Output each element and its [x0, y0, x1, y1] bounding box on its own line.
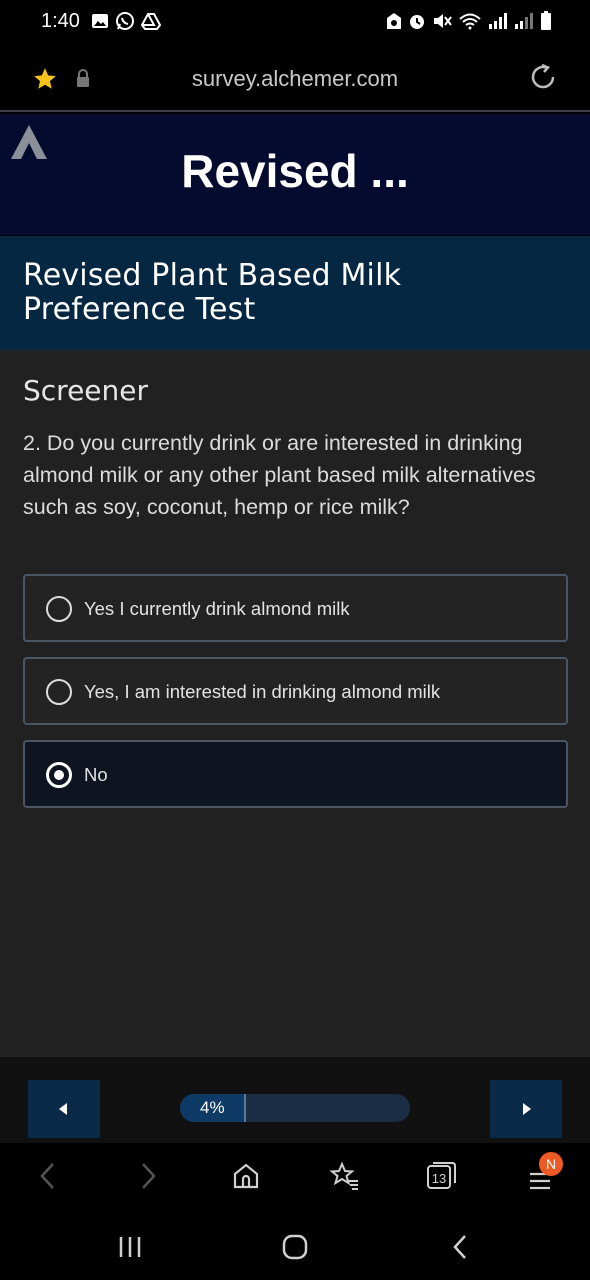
radio-button[interactable] [46, 679, 72, 705]
status-system-icons [386, 11, 552, 31]
back-arrow-icon[interactable] [37, 1161, 59, 1191]
progress-label: 4% [200, 1098, 225, 1117]
tab-count: 13 [431, 1171, 447, 1186]
browser-toolbar: 13 N [0, 1143, 590, 1213]
progress-bar: 4% [180, 1094, 410, 1122]
signal-icon-2 [515, 13, 533, 29]
mute-icon [434, 14, 452, 28]
option-label: Yes, I am interested in drinking almond … [84, 681, 441, 702]
browser-url-bar: survey.alchemer.com [0, 44, 590, 112]
survey-title: Revised Plant Based Milk Preference Test [23, 258, 402, 327]
next-page-button[interactable] [490, 1080, 562, 1138]
url-address[interactable]: survey.alchemer.com [0, 66, 590, 92]
home-button-icon[interactable] [281, 1233, 309, 1261]
answer-option-2[interactable]: Yes, I am interested in drinking almond … [23, 657, 568, 725]
menu-notification-badge: N [539, 1152, 563, 1176]
system-navigation-bar [0, 1213, 590, 1280]
survey-content: Screener 2. Do you currently drink or ar… [0, 350, 590, 1057]
survey-footer: 4% [0, 1057, 590, 1143]
reload-icon[interactable] [529, 62, 559, 92]
whatsapp-icon [116, 12, 134, 30]
battery-saver-icon [387, 13, 401, 29]
alarm-icon [410, 15, 424, 29]
gallery-icon [92, 14, 108, 28]
bookmark-star-icon[interactable] [328, 1161, 360, 1191]
survey-banner: Revised ... [0, 114, 590, 235]
system-back-icon[interactable] [450, 1233, 470, 1261]
signal-icon [489, 13, 507, 29]
answer-option-1[interactable]: Yes I currently drink almond milk [23, 574, 568, 642]
wifi-icon [459, 13, 481, 30]
previous-page-button[interactable] [28, 1080, 100, 1138]
option-label: No [84, 764, 108, 785]
banner-title: Revised ... [181, 145, 409, 197]
radio-button-selected[interactable] [46, 762, 72, 788]
option-label: Yes I currently drink almond milk [84, 598, 350, 619]
status-bar: 1:40 [0, 0, 590, 44]
status-notification-icons [91, 11, 161, 31]
answer-option-3[interactable]: No [23, 740, 568, 808]
recent-apps-icon[interactable] [117, 1235, 143, 1259]
home-icon[interactable] [231, 1161, 261, 1191]
question-text: 2. Do you currently drink or are interes… [23, 431, 536, 519]
forward-arrow-icon[interactable] [137, 1161, 159, 1191]
caret-left-icon [59, 1103, 67, 1115]
status-time: 1:40 [41, 10, 80, 32]
tabs-icon[interactable]: 13 [427, 1161, 457, 1191]
caret-right-icon [523, 1103, 531, 1115]
radio-button[interactable] [46, 596, 72, 622]
battery-icon [541, 11, 551, 30]
section-heading: Screener [23, 374, 149, 407]
drive-icon [141, 13, 161, 30]
survey-title-band: Revised Plant Based Milk Preference Test [0, 236, 590, 350]
